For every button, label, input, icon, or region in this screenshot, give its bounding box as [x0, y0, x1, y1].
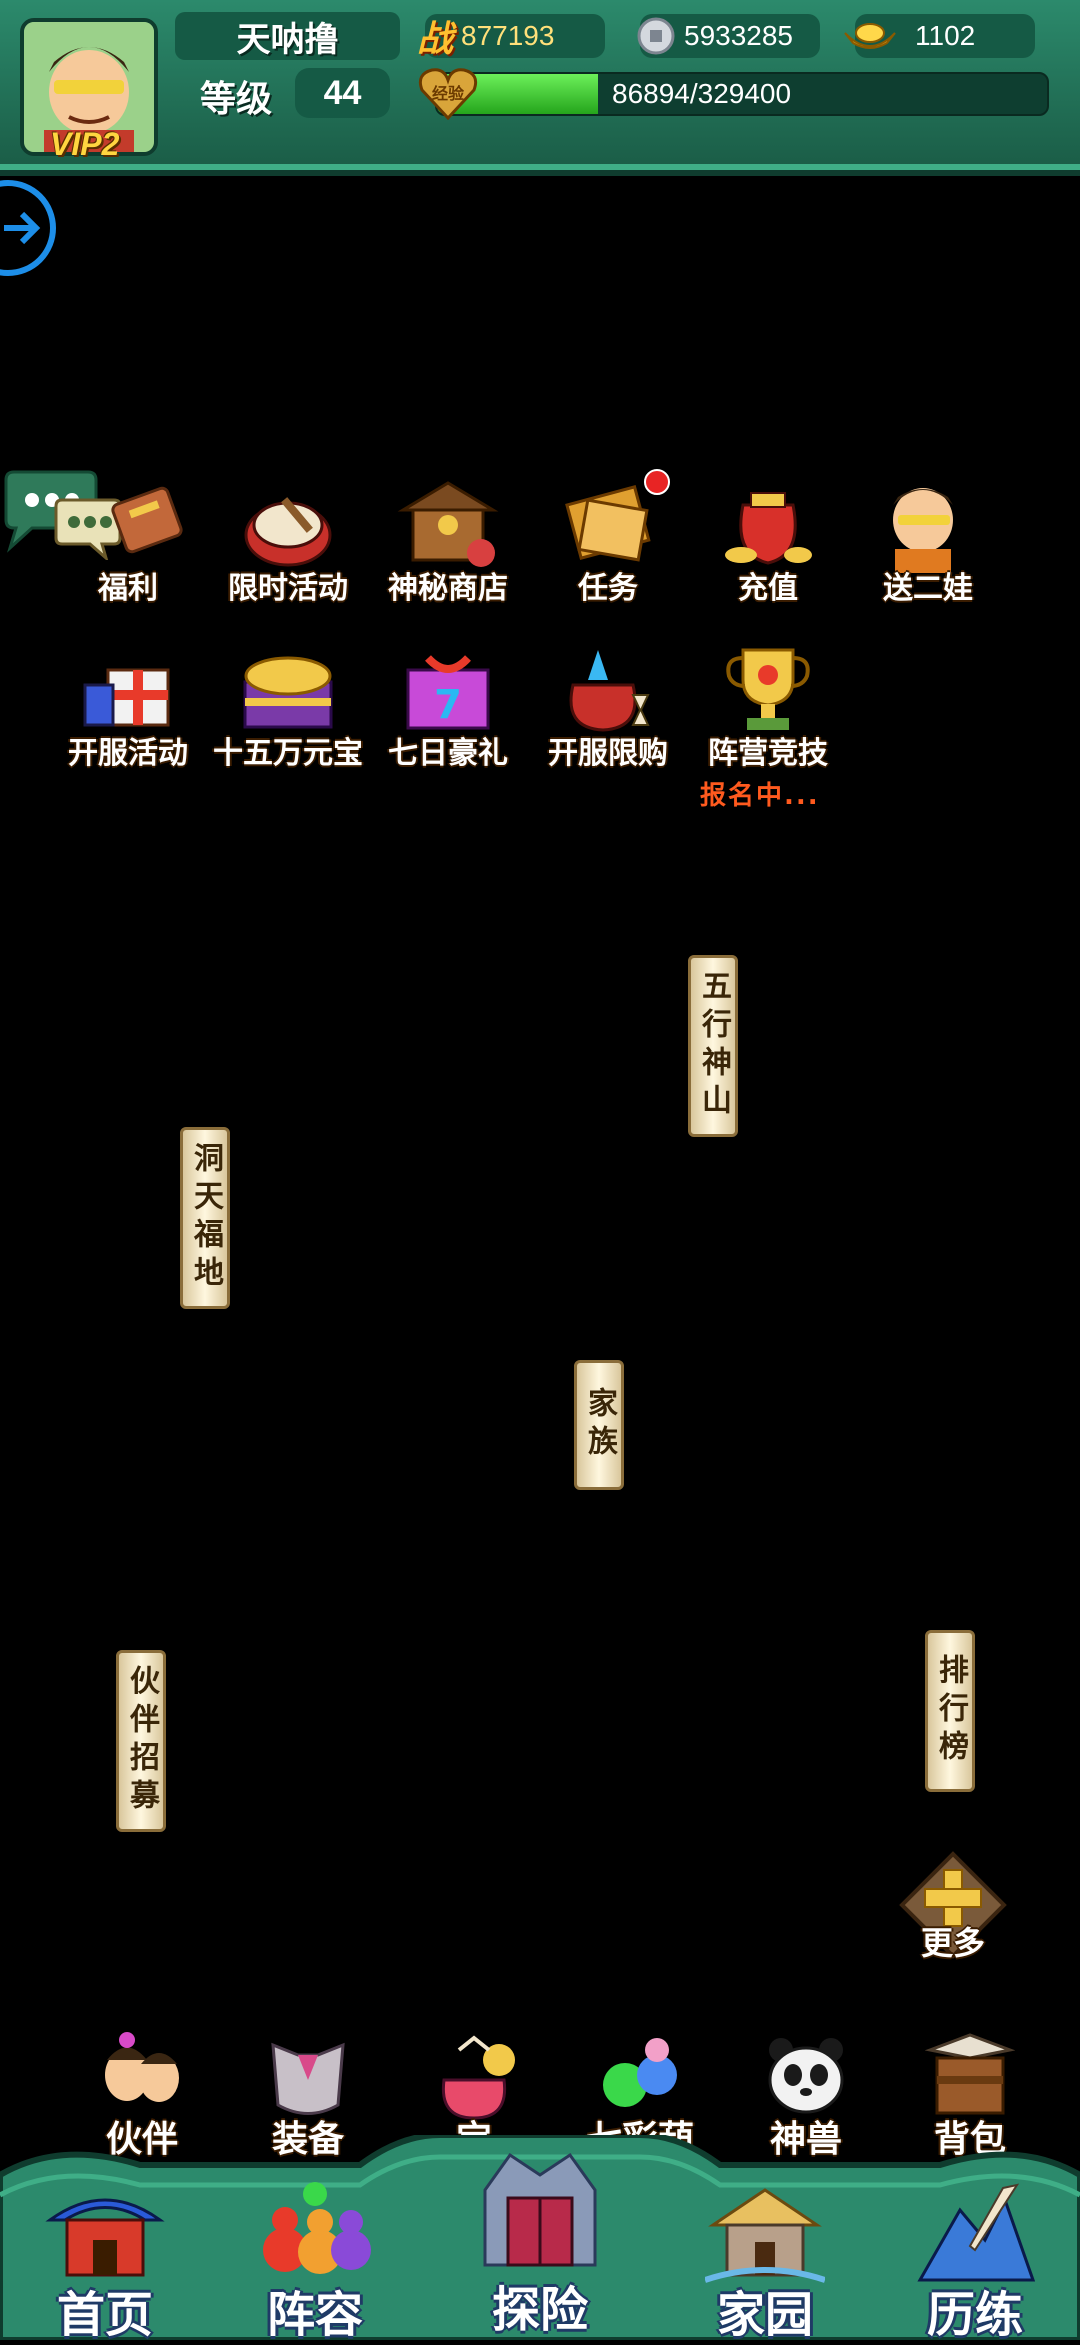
calabash-boy-icon [893, 488, 953, 573]
silver-coin-icon [637, 17, 675, 55]
nav-label: 探险 [491, 2282, 588, 2338]
activity-server-event[interactable]: 开服活动 [48, 640, 208, 780]
activity-tasks[interactable]: 任务 [528, 469, 688, 615]
map-sign-ranking[interactable]: 排行榜 [925, 1630, 975, 1792]
map-sign-wuxing-mountain[interactable]: 五行神山 [688, 955, 738, 1137]
power-icon: 战 [417, 18, 454, 60]
player-name: 天呐撸 [175, 12, 400, 60]
gold-value: 1102 [915, 20, 976, 51]
activity-label: 阵营竞技 [708, 736, 828, 771]
nav-label: 家园 [716, 2287, 813, 2343]
limited-bag-icon [569, 650, 650, 732]
exp-bar: 86894/329400 [435, 72, 1049, 116]
activity-faction-arena[interactable]: 阵营竞技 [688, 640, 848, 780]
shop-icon [397, 481, 499, 567]
activity-label: 十五万元宝 [213, 736, 363, 771]
gold-ingot-icon [844, 23, 896, 49]
money-bag-icon [725, 492, 812, 565]
treasure-chest-icon [243, 656, 333, 729]
svg-text:7: 7 [434, 682, 462, 728]
lucky-seven-icon: 7 [406, 655, 490, 730]
map-sign-dongtian-fudi[interactable]: 洞天福地 [180, 1127, 230, 1309]
player-level: 44 [295, 68, 390, 118]
activity-label: 充值 [738, 571, 798, 606]
activity-send-second-brother[interactable]: 送二娃 [848, 475, 1008, 615]
activity-label: 七日豪礼 [388, 736, 508, 771]
panda-icon [768, 2038, 844, 2114]
top-status-bar: VIP2 天呐撸 等级 44 战 877193 5933285 1102 868… [0, 0, 1080, 176]
arena-status-text: 报名中... [700, 781, 820, 811]
mountain-sword-icon [917, 2183, 1035, 2282]
gate-icon [483, 2152, 597, 2267]
power-display: 战 877193 [417, 14, 605, 60]
silver-display[interactable]: 5933285 [637, 14, 820, 58]
activity-150k-ingots[interactable]: 十五万元宝 [208, 640, 368, 780]
activity-server-limited-buy[interactable]: 开服限购 [528, 640, 688, 780]
activity-label: 福利 [98, 571, 158, 606]
gourds-icon [263, 2182, 371, 2274]
activity-label: 限时活动 [228, 571, 348, 606]
welfare-icon [111, 486, 183, 554]
activity-label: 神秘商店 [388, 571, 508, 606]
pagoda-icon [45, 2198, 165, 2277]
nav-home[interactable]: 首页 [20, 2180, 190, 2343]
backpack-icon [925, 2033, 1015, 2115]
nav-homestead[interactable]: 家园 [680, 2180, 850, 2343]
gold-display[interactable]: 1102 [844, 14, 1035, 58]
level-label: 等级 [200, 79, 273, 120]
more-label: 更多 [920, 1924, 985, 1962]
activity-limited-event[interactable]: 限时活动 [208, 475, 368, 615]
partner-icon [105, 2032, 179, 2102]
drum-icon [244, 497, 332, 567]
nav-label: 阵容 [266, 2287, 363, 2343]
activity-label: 任务 [578, 571, 638, 606]
treasure-icon [441, 2035, 515, 2120]
activity-recharge[interactable]: 充值 [688, 475, 848, 615]
gift-box-icon [83, 668, 170, 727]
expand-arrow-button[interactable] [0, 180, 56, 276]
map-sign-partner-recruit[interactable]: 伙伴招募 [116, 1650, 166, 1832]
activity-mystery-shop[interactable]: 神秘商店 [368, 475, 528, 615]
activity-seven-day-gift[interactable]: 7 七日豪礼 [368, 640, 528, 780]
nav-label: 历练 [926, 2287, 1023, 2343]
nav-training[interactable]: 历练 [890, 2180, 1060, 2343]
nav-lineup[interactable]: 阵容 [230, 2180, 400, 2343]
armor-icon [271, 2042, 345, 2115]
gourd-icon [603, 2038, 677, 2107]
notification-dot [644, 469, 670, 495]
trophy-icon [726, 648, 810, 730]
activity-welfare[interactable]: 福利 [48, 475, 208, 615]
vip-badge: VIP2 [50, 126, 120, 162]
nav-adventure[interactable]: 探险 [455, 2150, 625, 2338]
exp-label: 经验 [432, 84, 465, 103]
activity-label: 开服限购 [548, 736, 668, 771]
map-sign-family[interactable]: 家族 [574, 1360, 624, 1490]
power-value: 877193 [461, 20, 555, 51]
activity-label: 开服活动 [68, 736, 188, 771]
nav-label: 首页 [56, 2287, 153, 2343]
house-icon [705, 2188, 825, 2283]
activity-label: 送二娃 [883, 571, 973, 606]
arrow-right-icon [4, 211, 41, 245]
more-button[interactable]: 更多 [898, 1850, 1018, 1970]
silver-value: 5933285 [684, 20, 794, 51]
exp-text: 86894/329400 [612, 78, 792, 109]
